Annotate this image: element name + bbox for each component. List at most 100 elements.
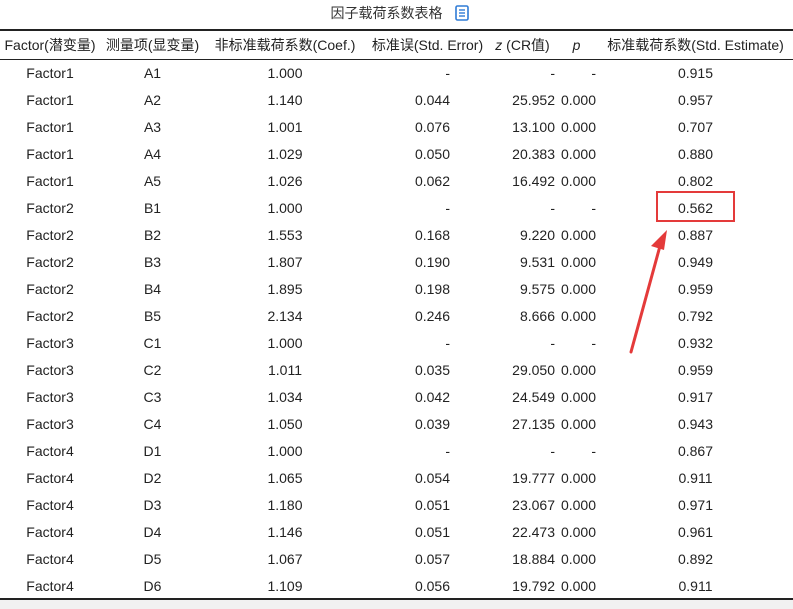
cell-std: 0.957 [677,91,714,108]
cell-item: B2 [143,226,162,243]
cell-p: - [591,442,596,459]
cell-z: 19.777 [512,469,555,486]
cell-factor: Factor2 [26,307,74,324]
cell-z: 23.067 [512,496,555,513]
table-header-row: Factor(潜变量) 测量项(显变量) 非标准载荷系数(Coef.) 标准误(… [0,31,793,59]
cell-z: 24.549 [512,388,555,405]
cell-item: A4 [143,145,162,162]
cell-std: 0.917 [677,388,714,405]
cell-factor: Factor2 [26,226,74,243]
cell-p: 0.000 [560,226,596,243]
cell-se: 0.039 [414,415,450,432]
copy-icon[interactable] [454,5,469,21]
cell-z: 27.135 [512,415,555,432]
cell-item: D3 [143,496,162,513]
table-row: Factor1 A4 1.029 0.050 20.383 0.000 0.880 [0,140,793,167]
cell-item: A2 [143,91,162,108]
cell-item: D1 [143,442,162,459]
cell-se: - [445,64,450,81]
cell-std: 0.802 [677,172,714,189]
table-row: Factor1 A1 1.000 - - - 0.915 [0,59,793,86]
cell-se: 0.062 [414,172,450,189]
header-factor: Factor(潜变量) [4,37,96,53]
cell-factor: Factor3 [26,361,74,378]
cell-z: 22.473 [512,523,555,540]
footer-strip [0,600,793,609]
cell-item: B4 [143,280,162,297]
cell-se: 0.054 [414,469,450,486]
cell-item: D6 [143,577,162,594]
cell-p: 0.000 [560,469,596,486]
table-row: Factor2 B3 1.807 0.190 9.531 0.000 0.949 [0,248,793,275]
cell-item: C1 [143,334,162,351]
cell-item: C2 [143,361,162,378]
cell-factor: Factor3 [26,334,74,351]
table-row: Factor4 D3 1.180 0.051 23.067 0.000 0.971 [0,491,793,518]
cell-coef: 1.109 [267,577,303,594]
cell-coef: 1.029 [267,145,303,162]
table-row: Factor2 B2 1.553 0.168 9.220 0.000 0.887 [0,221,793,248]
cell-std: 0.867 [677,442,714,459]
cell-factor: Factor4 [26,442,74,459]
table-row: Factor3 C4 1.050 0.039 27.135 0.000 0.943 [0,410,793,437]
cell-p: 0.000 [560,523,596,540]
cell-se: 0.057 [414,550,450,567]
cell-item: A1 [143,64,162,81]
table-row: Factor3 C1 1.000 - - - 0.932 [0,329,793,356]
cell-item: D2 [143,469,162,486]
cell-z: 25.952 [512,91,555,108]
table-row: Factor4 D5 1.067 0.057 18.884 0.000 0.892 [0,545,793,572]
cell-coef: 1.140 [267,91,303,108]
cell-std: 0.961 [677,523,714,540]
header-coef: 非标准载荷系数(Coef.) [214,37,356,53]
cell-z: 13.100 [512,118,555,135]
cell-se: 0.051 [414,523,450,540]
cell-se: 0.056 [414,577,450,594]
cell-std: 0.887 [677,226,714,243]
cell-factor: Factor1 [26,118,74,135]
cell-p: 0.000 [560,550,596,567]
cell-std: 0.959 [677,361,714,378]
cell-p: 0.000 [560,172,596,189]
cell-coef: 1.011 [268,361,302,378]
table-row: Factor4 D6 1.109 0.056 19.792 0.000 0.911 [0,572,793,599]
cell-p: 0.000 [560,118,596,135]
cell-se: 0.198 [414,280,450,297]
cell-item: B1 [143,199,162,216]
header-item: 测量项(显变量) [105,37,200,53]
cell-p: 0.000 [560,145,596,162]
cell-coef: 1.026 [267,172,303,189]
cell-p: 0.000 [560,361,596,378]
table-title-bar: 因子载荷系数表格 [0,0,793,26]
cell-item: D4 [143,523,162,540]
cell-coef: 2.134 [267,307,303,324]
cell-factor: Factor2 [26,253,74,270]
cell-se: 0.050 [414,145,450,162]
cell-z: 19.792 [512,577,555,594]
cell-se: 0.076 [414,118,450,135]
cell-std: 0.932 [677,334,714,351]
cell-se: - [445,199,450,216]
cell-se: - [445,334,450,351]
cell-item: C4 [143,415,162,432]
cell-std: 0.707 [677,118,714,135]
cell-z: - [550,334,555,351]
cell-std: 0.792 [677,307,714,324]
cell-std: 0.911 [678,469,713,486]
cell-se: 0.190 [414,253,450,270]
cell-coef: 1.050 [267,415,303,432]
cell-z: 8.666 [519,307,555,324]
cell-factor: Factor4 [26,577,74,594]
cell-z: 20.383 [512,145,555,162]
table-row: Factor2 B4 1.895 0.198 9.575 0.000 0.959 [0,275,793,302]
header-se: 标准误(Std. Error) [371,37,484,53]
table-row: Factor1 A5 1.026 0.062 16.492 0.000 0.802 [0,167,793,194]
cell-se: 0.044 [414,91,450,108]
cell-factor: Factor1 [26,64,74,81]
table-row: Factor1 A3 1.001 0.076 13.100 0.000 0.707 [0,113,793,140]
cell-std: 0.915 [677,64,714,81]
cell-factor: Factor1 [26,91,74,108]
cell-factor: Factor3 [26,388,74,405]
cell-factor: Factor4 [26,496,74,513]
header-p-symbol: p [572,37,581,53]
